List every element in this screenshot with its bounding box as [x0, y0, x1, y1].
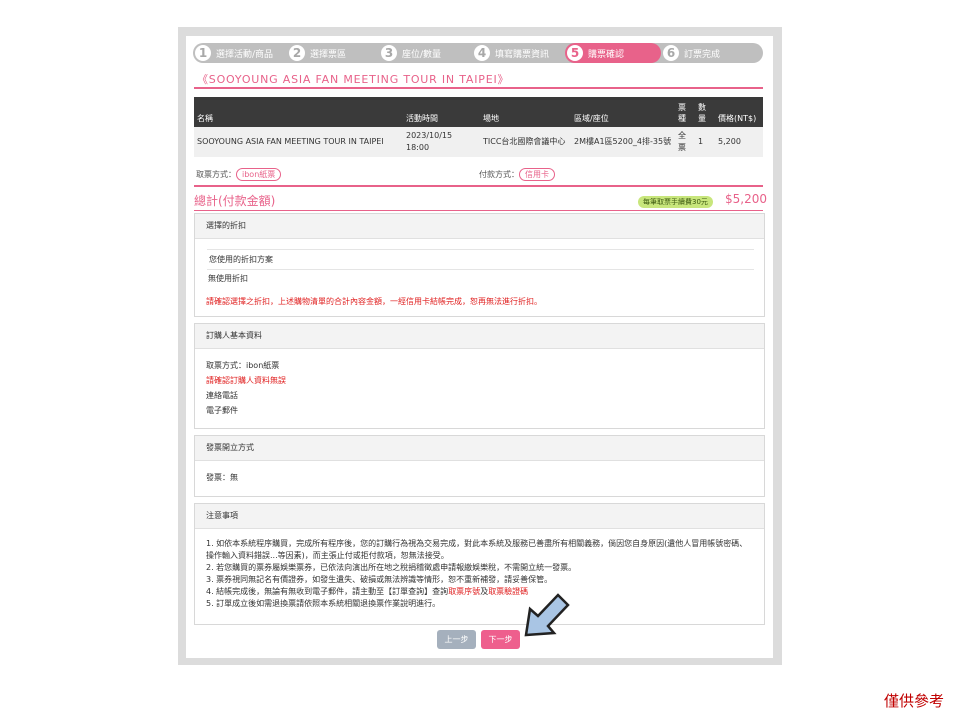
- next-step-button[interactable]: 下一步: [481, 630, 520, 649]
- panel-heading: 發票開立方式: [195, 436, 764, 461]
- column-header: 區域/座位: [571, 97, 675, 127]
- step-5-active: 5 購票確認: [565, 43, 661, 63]
- pickup-method: 取票方式： ibon紙票: [196, 168, 282, 181]
- step-number: 1: [195, 45, 211, 61]
- table-header-row: 名稱 活動時間 場地 區域/座位 票種 數量 價格(NT$): [194, 97, 763, 127]
- cell-venue: TICC台北國際會議中心: [480, 127, 571, 157]
- step-2: 2 選擇票區: [287, 43, 346, 63]
- step-number: 2: [289, 45, 305, 61]
- cell-type: 全票: [675, 127, 695, 157]
- event-title: 《SOOYOUNG ASIA FAN MEETING TOUR IN TAIPE…: [197, 73, 510, 86]
- buyer-pickup: 取票方式：ibon紙票: [206, 361, 280, 370]
- note-item: 1. 如依本系統程序購買，完成所有程序後，您的訂購行為視為交易完成，對此本系統及…: [206, 539, 748, 560]
- cell-seat: 2M樓A1區5200_4排-35號: [571, 127, 675, 157]
- cell-name: SOOYOUNG ASIA FAN MEETING TOUR IN TAIPEI: [194, 127, 403, 157]
- fee-badge: 每筆取票手續費30元: [638, 196, 713, 208]
- panel-heading: 注意事項: [195, 504, 764, 529]
- column-header: 價格(NT$): [715, 97, 763, 127]
- payment-label: 付款方式：: [479, 170, 519, 179]
- progress-steps: 1 選擇活動/商品 2 選擇票區 3 座位/數量 4 填寫購票資訊 5 購票確認…: [193, 43, 763, 63]
- step-number: 6: [663, 45, 679, 61]
- total-amount: $5,200: [725, 192, 767, 206]
- step-label: 填寫購票資訊: [495, 49, 550, 60]
- column-header: 場地: [480, 97, 571, 127]
- cell-time: 2023/10/15 18:00: [403, 127, 480, 157]
- note-item: 2. 若您購買的票券屬娛樂票券，已依法向演出所在地之稅捐稽徵處申請報繳娛樂稅，不…: [206, 563, 577, 572]
- discount-subtitle: 您使用的折扣方案: [207, 249, 754, 270]
- cell-qty: 1: [695, 127, 715, 157]
- divider: [194, 185, 763, 187]
- note-item: 3. 票券視同無記名有價證券，如發生遺失、破損或無法辨識等情形，恕不重新補發，請…: [206, 575, 553, 584]
- step-label: 選擇活動/商品: [216, 49, 274, 60]
- buyer-panel: 訂購人基本資料 取票方式：ibon紙票 請確認訂購人資料無誤 連絡電話 電子郵件: [194, 323, 765, 429]
- note-text: 4. 結帳完成後，無論有無收到電子郵件，請主動至【訂單查詢】查詢: [206, 587, 449, 596]
- total-label: 總計(付款金額): [194, 194, 276, 208]
- buyer-phone-label: 連絡電話: [206, 391, 238, 400]
- divider: [194, 87, 763, 89]
- table-row: SOOYOUNG ASIA FAN MEETING TOUR IN TAIPEI…: [194, 127, 763, 157]
- step-3: 3 座位/數量: [379, 43, 441, 63]
- panel-heading: 選擇的折扣: [195, 214, 764, 239]
- step-label: 購票確認: [588, 49, 625, 60]
- invoice-panel: 發票開立方式 發票：無: [194, 435, 765, 497]
- panel-heading: 訂購人基本資料: [195, 324, 764, 349]
- step-number: 4: [474, 45, 490, 61]
- payment-method: 付款方式： 信用卡: [479, 168, 555, 181]
- notes-panel: 注意事項 1. 如依本系統程序購買，完成所有程序後，您的訂購行為視為交易完成，對…: [194, 503, 765, 625]
- note-highlight: 取票序號: [448, 587, 481, 596]
- pickup-label: 取票方式：: [196, 170, 236, 179]
- previous-step-button[interactable]: 上一步: [437, 630, 476, 649]
- cell-price: 5,200: [715, 127, 763, 157]
- discount-warning: 請確認選擇之折扣，上述購物清單的合計內容金額，一經信用卡結帳完成，恕再無法進行折…: [206, 297, 542, 306]
- step-1: 1 選擇活動/商品: [193, 43, 273, 63]
- note-item: 4. 結帳完成後，無論有無收到電子郵件，請主動至【訂單查詢】查詢取票序號及取票驗…: [206, 586, 754, 598]
- watermark-text: 僅供參考: [884, 692, 945, 710]
- step-label: 選擇票區: [310, 49, 347, 60]
- step-number: 5: [567, 45, 583, 61]
- step-6: 6 訂票完成: [661, 43, 720, 63]
- discount-panel: 選擇的折扣 您使用的折扣方案 無使用折扣 請確認選擇之折扣，上述購物清單的合計內…: [194, 213, 765, 317]
- order-table: 名稱 活動時間 場地 區域/座位 票種 數量 價格(NT$) SOOYOUNG …: [194, 97, 763, 157]
- step-4: 4 填寫購票資訊: [472, 43, 549, 63]
- buyer-confirm-notice: 請確認訂購人資料無誤: [206, 376, 286, 385]
- step-label: 座位/數量: [402, 49, 442, 60]
- pickup-badge: ibon紙票: [236, 168, 282, 181]
- step-label: 訂票完成: [684, 49, 721, 60]
- pointer-arrow-icon: [524, 593, 570, 637]
- column-header: 名稱: [194, 97, 403, 127]
- note-text: 及: [480, 587, 489, 596]
- divider: [194, 210, 763, 211]
- invoice-value: 發票：無: [206, 473, 238, 482]
- payment-badge: 信用卡: [519, 168, 555, 181]
- step-number: 3: [381, 45, 397, 61]
- buyer-email-label: 電子郵件: [206, 406, 238, 415]
- discount-value: 無使用折扣: [208, 274, 248, 283]
- note-item: 5. 訂單成立後如需退換票請依照本系統相關退換票作業說明進行。: [206, 599, 441, 608]
- column-header: 數量: [695, 97, 715, 127]
- column-header: 票種: [675, 97, 695, 127]
- column-header: 活動時間: [403, 97, 480, 127]
